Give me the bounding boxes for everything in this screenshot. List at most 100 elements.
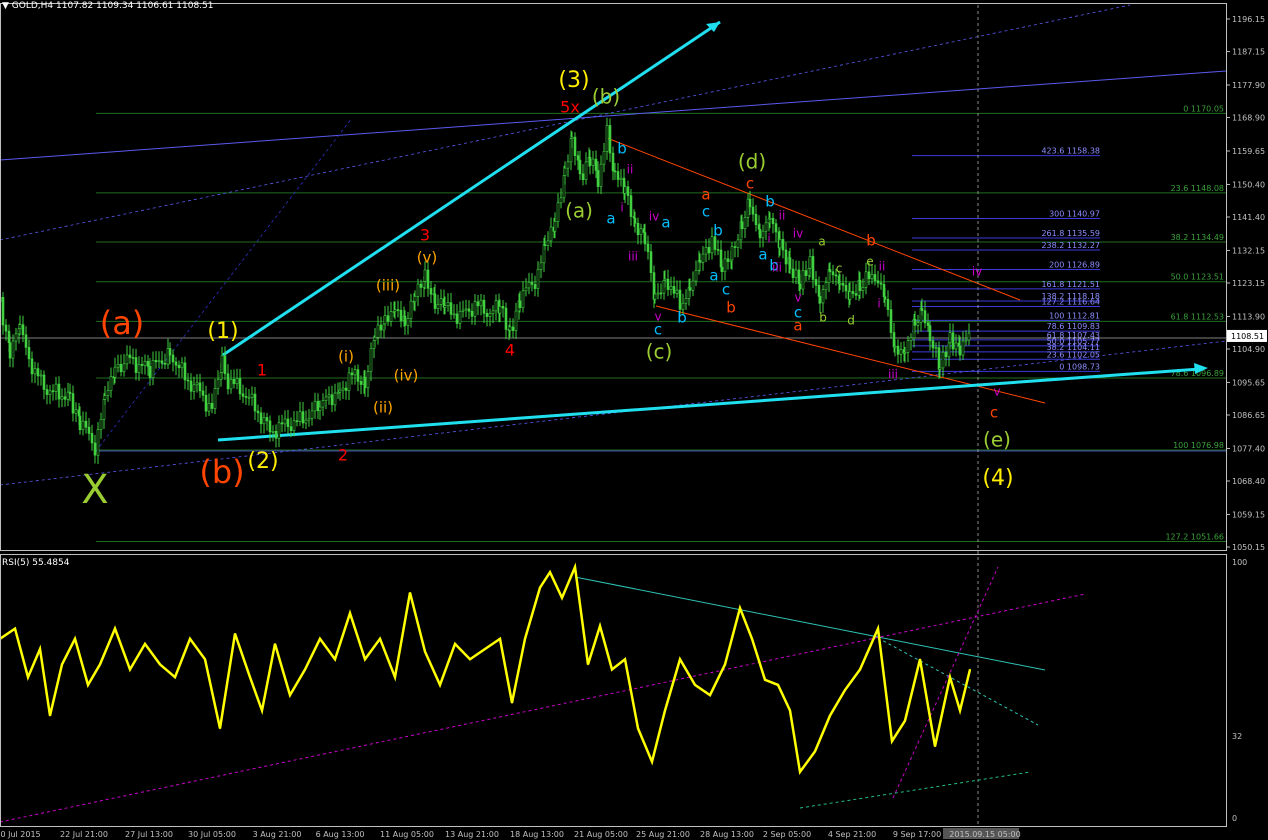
- fib-level-label: 50.0 1123.51: [1171, 273, 1224, 282]
- rsi-point: [651, 760, 653, 763]
- rsi-point: [304, 668, 306, 671]
- candle-body: [751, 206, 755, 215]
- candle-body: [177, 364, 181, 369]
- candle-body: [553, 221, 557, 232]
- candle-body: [508, 326, 512, 331]
- candle-body: [347, 372, 351, 391]
- candle-body: [207, 403, 211, 412]
- candle-body: [356, 369, 360, 382]
- candle-body: [280, 422, 284, 425]
- candle-body: [527, 282, 531, 289]
- candle-body: [573, 136, 577, 156]
- price-tick-label: 1123.15: [1232, 279, 1265, 288]
- candle-body: [68, 391, 72, 394]
- wave-label: v: [654, 310, 661, 324]
- fib-extension-label: 423.6 1158.38: [1041, 147, 1100, 156]
- candle-body: [549, 226, 553, 242]
- candle-body: [720, 266, 724, 273]
- candle-body: [616, 171, 620, 180]
- steep-dashed-line: [95, 117, 353, 452]
- price-tick-label: 1113.90: [1232, 312, 1265, 321]
- candle-body: [646, 243, 650, 252]
- candle-body: [701, 253, 705, 263]
- candle-body: [704, 247, 708, 255]
- price-tick-label: 1077.40: [1232, 444, 1265, 453]
- candle-body: [870, 274, 874, 280]
- time-tick-label: 20 Jul 2015: [0, 830, 41, 839]
- wave-label: i: [877, 297, 880, 311]
- candle-body: [125, 354, 129, 365]
- rsi-point: [49, 714, 51, 717]
- candle-body: [449, 302, 453, 315]
- wave-label: a: [606, 210, 615, 228]
- candle-body: [602, 150, 606, 165]
- candle-body: [636, 222, 640, 236]
- candle-body: [93, 442, 97, 456]
- wave-label: iii: [628, 250, 638, 264]
- candle-body: [406, 318, 410, 326]
- candle-body: [324, 396, 328, 401]
- candle-body: [313, 400, 317, 412]
- candle-body: [265, 417, 269, 422]
- candle-body: [928, 325, 932, 342]
- candle-body: [716, 249, 720, 251]
- time-tick-label: 2015.09.15 05:00: [949, 830, 1020, 839]
- candle-body: [906, 340, 910, 353]
- candle-body: [566, 161, 570, 169]
- candle-body: [433, 293, 437, 309]
- candle-body: [443, 305, 447, 308]
- wave-label: iv: [649, 210, 659, 224]
- candle-body: [54, 383, 58, 392]
- candle-body: [327, 394, 331, 398]
- candle-body: [301, 411, 305, 424]
- candle-body: [143, 361, 147, 366]
- rsi-point: [364, 658, 366, 661]
- candle-body: [192, 384, 196, 392]
- candle-body: [848, 291, 852, 300]
- candle-body: [201, 390, 205, 396]
- fib-level-label: 38.2 1134.49: [1171, 233, 1224, 242]
- candle-body: [198, 382, 202, 392]
- candle-body: [909, 337, 913, 341]
- candle-body: [350, 372, 354, 376]
- candle-body: [916, 322, 920, 326]
- wave-label: (d): [738, 150, 766, 174]
- candle-body: [903, 352, 907, 354]
- rsi-upper-trendline: [574, 576, 1046, 671]
- wave-label: c: [836, 262, 843, 276]
- candle-body: [283, 418, 287, 425]
- candle-body: [90, 433, 94, 444]
- candle-body: [140, 364, 144, 366]
- wave-label: a: [701, 186, 710, 204]
- time-tick-label: 28 Aug 13:00: [700, 830, 754, 839]
- candle-body: [883, 296, 887, 300]
- rsi-point: [679, 658, 681, 661]
- candle-body: [876, 280, 880, 284]
- rsi-point: [904, 719, 906, 722]
- candle-body: [18, 324, 22, 329]
- candle-body: [57, 383, 61, 400]
- rsi-point: [587, 663, 589, 666]
- candle-body: [518, 300, 522, 309]
- candle-body: [771, 217, 775, 224]
- wave-label: a: [661, 214, 670, 232]
- candle-body: [576, 155, 580, 161]
- time-tick-label: 9 Sep 17:00: [893, 830, 941, 839]
- rsi-point: [709, 694, 711, 696]
- candle-body: [45, 389, 49, 395]
- candle-body: [232, 379, 236, 385]
- symbol-label: GOLD,H4: [11, 1, 54, 11]
- rsi-point: [624, 658, 626, 661]
- candle-body: [11, 340, 15, 359]
- fib-extension-label: 100 1112.81: [1049, 311, 1100, 320]
- rsi-point: [289, 694, 291, 696]
- dropdown-icon[interactable]: ▼: [2, 1, 9, 11]
- price-tick-label: 1159.65: [1232, 147, 1265, 156]
- candle-body: [559, 197, 563, 204]
- price-tick-label: 1104.90: [1232, 345, 1265, 354]
- rsi-point: [539, 586, 541, 589]
- candle-body: [656, 292, 660, 295]
- candle-body: [137, 364, 141, 373]
- candle-body: [383, 315, 387, 325]
- rsi-point: [799, 771, 801, 773]
